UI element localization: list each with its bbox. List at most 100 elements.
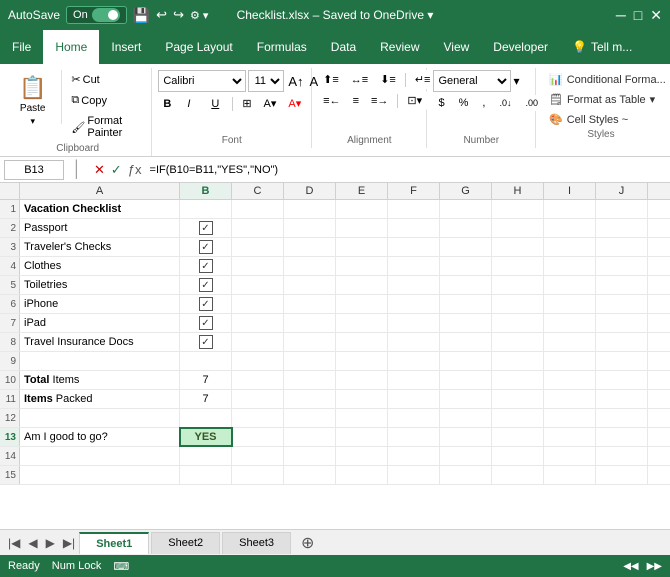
cell-a4[interactable]: Clothes — [20, 257, 180, 275]
cut-button[interactable]: ✂ Cut — [66, 70, 145, 89]
cell-i1[interactable] — [544, 200, 596, 218]
cell-a6[interactable]: iPhone — [20, 295, 180, 313]
cell-b9[interactable] — [180, 352, 232, 370]
col-header-i[interactable]: I — [544, 183, 596, 199]
cell-e4[interactable] — [336, 257, 388, 275]
cell-b6[interactable] — [180, 295, 232, 313]
cell-f1[interactable] — [388, 200, 440, 218]
cell-a8[interactable]: Travel Insurance Docs — [20, 333, 180, 351]
cell-f5[interactable] — [388, 276, 440, 294]
align-bottom-button[interactable]: ⬇≡ — [375, 70, 401, 89]
font-size-select[interactable]: 11 — [248, 70, 284, 92]
customize-icon[interactable]: ⚙ ▾ — [190, 9, 208, 22]
cell-j12[interactable] — [596, 409, 648, 427]
col-header-j[interactable]: J — [596, 183, 648, 199]
cell-g11[interactable] — [440, 390, 492, 408]
menu-developer[interactable]: Developer — [481, 30, 560, 64]
cell-b10[interactable]: 7 — [180, 371, 232, 389]
cell-b2[interactable] — [180, 219, 232, 237]
menu-insert[interactable]: Insert — [99, 30, 153, 64]
cell-a9[interactable] — [20, 352, 180, 370]
cell-h13[interactable] — [492, 428, 544, 446]
cell-a13[interactable]: Am I good to go? — [20, 428, 180, 446]
cell-g5[interactable] — [440, 276, 492, 294]
cell-a10[interactable]: Total Items — [20, 371, 180, 389]
cell-i2[interactable] — [544, 219, 596, 237]
comma-button[interactable]: , — [477, 94, 490, 112]
cell-d6[interactable] — [284, 295, 336, 313]
window-maximize[interactable]: □ — [634, 7, 642, 23]
cell-b11[interactable]: 7 — [180, 390, 232, 408]
cell-g8[interactable] — [440, 333, 492, 351]
font-name-select[interactable]: Calibri — [158, 70, 246, 92]
cell-d4[interactable] — [284, 257, 336, 275]
cell-d14[interactable] — [284, 447, 336, 465]
cell-f11[interactable] — [388, 390, 440, 408]
scrollbar-right-icon[interactable]: ▶▶ — [647, 561, 662, 572]
cell-b5[interactable] — [180, 276, 232, 294]
cell-f8[interactable] — [388, 333, 440, 351]
align-left-button[interactable]: ≡← — [318, 92, 345, 110]
italic-button[interactable]: I — [182, 95, 204, 113]
checkbox-b7[interactable] — [199, 316, 213, 330]
cancel-formula-icon[interactable]: ✕ — [94, 162, 105, 178]
checkbox-b5[interactable] — [199, 278, 213, 292]
cell-g15[interactable] — [440, 466, 492, 484]
nav-next-sheet[interactable]: ▶ — [42, 534, 59, 552]
cell-b15[interactable] — [180, 466, 232, 484]
cell-j1[interactable] — [596, 200, 648, 218]
cell-c6[interactable] — [232, 295, 284, 313]
cell-d2[interactable] — [284, 219, 336, 237]
cell-i3[interactable] — [544, 238, 596, 256]
cell-c9[interactable] — [232, 352, 284, 370]
col-header-a[interactable]: A — [20, 183, 180, 199]
cell-d3[interactable] — [284, 238, 336, 256]
fill-color-button[interactable]: A▾ — [259, 94, 282, 113]
cell-d13[interactable] — [284, 428, 336, 446]
cell-h8[interactable] — [492, 333, 544, 351]
cell-e3[interactable] — [336, 238, 388, 256]
cell-h15[interactable] — [492, 466, 544, 484]
decrease-decimal-button[interactable]: .0↓ — [494, 95, 516, 111]
cell-a15[interactable] — [20, 466, 180, 484]
cell-e9[interactable] — [336, 352, 388, 370]
align-top-button[interactable]: ⬆≡ — [318, 70, 344, 89]
cell-f6[interactable] — [388, 295, 440, 313]
cell-i13[interactable] — [544, 428, 596, 446]
cell-f14[interactable] — [388, 447, 440, 465]
cell-d7[interactable] — [284, 314, 336, 332]
menu-page-layout[interactable]: Page Layout — [153, 30, 244, 64]
menu-data[interactable]: Data — [319, 30, 368, 64]
col-header-h[interactable]: H — [492, 183, 544, 199]
cell-h5[interactable] — [492, 276, 544, 294]
cell-d8[interactable] — [284, 333, 336, 351]
cell-e10[interactable] — [336, 371, 388, 389]
menu-home[interactable]: Home — [43, 30, 99, 64]
cell-g13[interactable] — [440, 428, 492, 446]
cell-i7[interactable] — [544, 314, 596, 332]
conditional-format-button[interactable]: 📊 Conditional Forma... — [542, 70, 670, 89]
insert-function-icon[interactable]: ƒx — [128, 162, 142, 178]
menu-tell-me[interactable]: 💡 Tell m... — [560, 30, 644, 64]
cell-f4[interactable] — [388, 257, 440, 275]
cell-c10[interactable] — [232, 371, 284, 389]
cell-g7[interactable] — [440, 314, 492, 332]
cell-c15[interactable] — [232, 466, 284, 484]
cell-styles-button[interactable]: 🎨 Cell Styles ~ — [542, 110, 670, 129]
checkbox-b3[interactable] — [199, 240, 213, 254]
menu-review[interactable]: Review — [368, 30, 431, 64]
cell-j6[interactable] — [596, 295, 648, 313]
cell-c4[interactable] — [232, 257, 284, 275]
formula-input[interactable] — [150, 160, 666, 180]
col-header-b[interactable]: B — [180, 183, 232, 199]
cell-e14[interactable] — [336, 447, 388, 465]
cell-f13[interactable] — [388, 428, 440, 446]
merge-button[interactable]: ⊡▾ — [402, 91, 427, 110]
cell-h6[interactable] — [492, 295, 544, 313]
cell-h7[interactable] — [492, 314, 544, 332]
cell-j7[interactable] — [596, 314, 648, 332]
cell-d11[interactable] — [284, 390, 336, 408]
cell-i11[interactable] — [544, 390, 596, 408]
cell-c1[interactable] — [232, 200, 284, 218]
menu-formulas[interactable]: Formulas — [245, 30, 319, 64]
